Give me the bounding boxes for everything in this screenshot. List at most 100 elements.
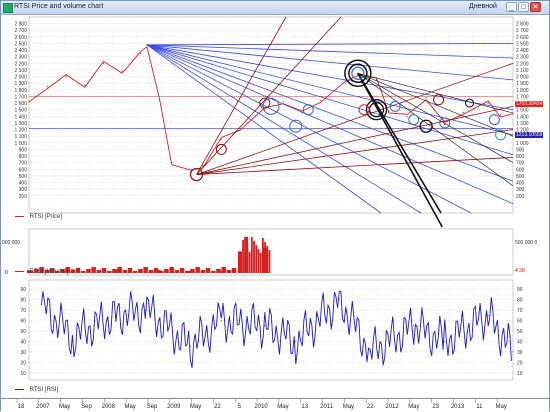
price-y-tick-left: 2 300 [14, 55, 27, 61]
price-point [320, 99, 322, 102]
price-y-tick-left: 2 000 [14, 75, 27, 81]
price-y-tick-left: 600 [19, 167, 28, 173]
price-plot-area [28, 16, 514, 214]
volume-bar [211, 271, 216, 273]
price-y-tick-right: 200 [516, 194, 525, 200]
title-bar[interactable]: RTSI Price and volume chart Дневной _ □ … [1, 1, 549, 15]
price-y-tick-right: 2 700 [516, 28, 529, 34]
price-point [28, 101, 30, 103]
price-point [282, 101, 285, 103]
volume-bar [250, 237, 253, 273]
price-y-tick-left: 2 600 [14, 35, 27, 41]
app-icon [3, 3, 13, 13]
maximize-button[interactable]: □ [518, 2, 529, 12]
price-y-tick-right: 2 000 [516, 75, 529, 81]
price-y-tick-right: 2 100 [516, 68, 529, 74]
volume-bar [133, 271, 138, 273]
volume-bar [75, 268, 81, 273]
rsi-y-tick-right: 40 [517, 339, 523, 345]
price-chart[interactable]: 2 800 2 8002 700 2 7002 600 2 6002 500 2 500… [1, 15, 549, 227]
price-legend: RTSI [Price] [15, 214, 62, 220]
price-y-tick-left: 400 [19, 181, 28, 187]
time-tick-label: 2008 [102, 404, 116, 410]
volume-bar [70, 269, 75, 273]
price-point [140, 52, 142, 55]
volume-zero-left: 0 [5, 270, 8, 276]
volume-bar [164, 269, 169, 273]
price-point [220, 138, 222, 141]
price-point [47, 85, 49, 88]
rsi-point [444, 340, 446, 342]
volume-legend: RTSI [Volume] [15, 269, 68, 275]
rsi-y-tick-left: 30 [20, 350, 26, 356]
price-y-tick-right: 500 [516, 174, 525, 180]
rsi-pane[interactable]: 90 90 80 80 70 70 60 60 50 50 40 40 30 30 20 20 10 10 RTS… [1, 278, 549, 398]
price-legend-swatch [15, 215, 24, 217]
rsi-point [40, 304, 42, 306]
level-price-badge: 1213.10559 [515, 132, 544, 138]
rsi-y-tick-left: 10 [20, 371, 26, 377]
volume-bar [169, 267, 174, 273]
time-tick-label: May [343, 404, 354, 410]
price-y-tick-left: 1 800 [14, 88, 27, 94]
last-price-badge: 1703.39424 [515, 101, 544, 107]
window-title: RTSI Price and volume chart [14, 3, 104, 10]
price-y-tick-right: 800 [516, 154, 525, 160]
time-tick-label: 2007 [36, 404, 50, 410]
rsi-plot-area [28, 279, 514, 381]
time-tick-label: Sep [81, 404, 92, 410]
volume-bar [122, 270, 128, 273]
volume-bar [257, 249, 260, 273]
price-y-tick-right: 600 [516, 167, 525, 173]
volume-bar [107, 271, 112, 273]
price-y-tick-left: 200 [19, 194, 28, 200]
time-axis[interactable]: 18 2007 May Sep 2008 May Sep 2009 May 22 5 2010 May 1… [1, 398, 549, 412]
minimize-button[interactable]: _ [506, 2, 517, 12]
time-tick-label: May [496, 404, 507, 410]
volume-left-scale: 000 000 [2, 240, 21, 246]
rsi-y-tick-left: 90 [20, 287, 26, 293]
price-point [499, 114, 502, 116]
price-y-tick-right: 2 800 [516, 22, 529, 28]
price-y-tick-left: 1 200 [14, 128, 27, 134]
rsi-point [512, 351, 514, 353]
price-point [158, 99, 160, 101]
price-y-tick-right: 1 500 [516, 108, 529, 114]
rsi-y-tick-right: 30 [517, 350, 523, 356]
volume-right-scale: 500 000 0 [515, 240, 538, 246]
rsi-point [189, 346, 191, 348]
rsi-point [71, 335, 73, 337]
volume-bar [242, 240, 244, 273]
price-point [202, 165, 204, 167]
time-axis-labels: 18 2007 May Sep 2008 May Sep 2009 May 22 5 2010 May 1… [16, 399, 507, 410]
volume-bar [157, 270, 162, 273]
volume-bar [195, 267, 200, 273]
volume-bar [174, 270, 180, 273]
time-tick-label: 2011 [320, 404, 334, 410]
time-tick-label: Sep [147, 404, 158, 410]
price-y-tick-right: 2 600 [516, 35, 529, 41]
volume-bar [188, 270, 193, 273]
price-point [512, 113, 514, 115]
price-point [344, 82, 347, 84]
price-point [65, 75, 67, 78]
rsi-chart[interactable]: 90 90 80 80 70 70 60 60 50 50 40 40 30 30 20 20 10 10 [1, 278, 549, 398]
price-pane[interactable]: 2 800 2 800 2 700 2 700 2 600 2 600 2 500 2 500… [1, 15, 549, 227]
time-tick-label: 11 [476, 404, 483, 410]
price-legend-label: RTSI [Price] [29, 214, 62, 220]
price-y-tick-left: 2 700 [14, 28, 27, 34]
close-button[interactable]: ✕ [530, 2, 541, 12]
period-label: Дневной [469, 3, 497, 10]
price-point [375, 79, 378, 81]
price-y-tick-left: 900 [19, 147, 28, 153]
time-tick-label: 2010 [254, 404, 268, 410]
volume-chart[interactable] [1, 227, 549, 278]
price-y-tick-left: 300 [19, 187, 28, 193]
rsi-point [369, 351, 371, 353]
volume-pane[interactable]: 000 000 500 000 0 0 4 28 RTSI [Volume] [1, 227, 549, 278]
volume-bar [266, 246, 269, 273]
volume-bar [81, 271, 86, 273]
price-y-tick-left: 2 800 [14, 22, 27, 28]
volume-bar [138, 269, 143, 273]
volume-last-badge: 4 28 [515, 268, 525, 274]
